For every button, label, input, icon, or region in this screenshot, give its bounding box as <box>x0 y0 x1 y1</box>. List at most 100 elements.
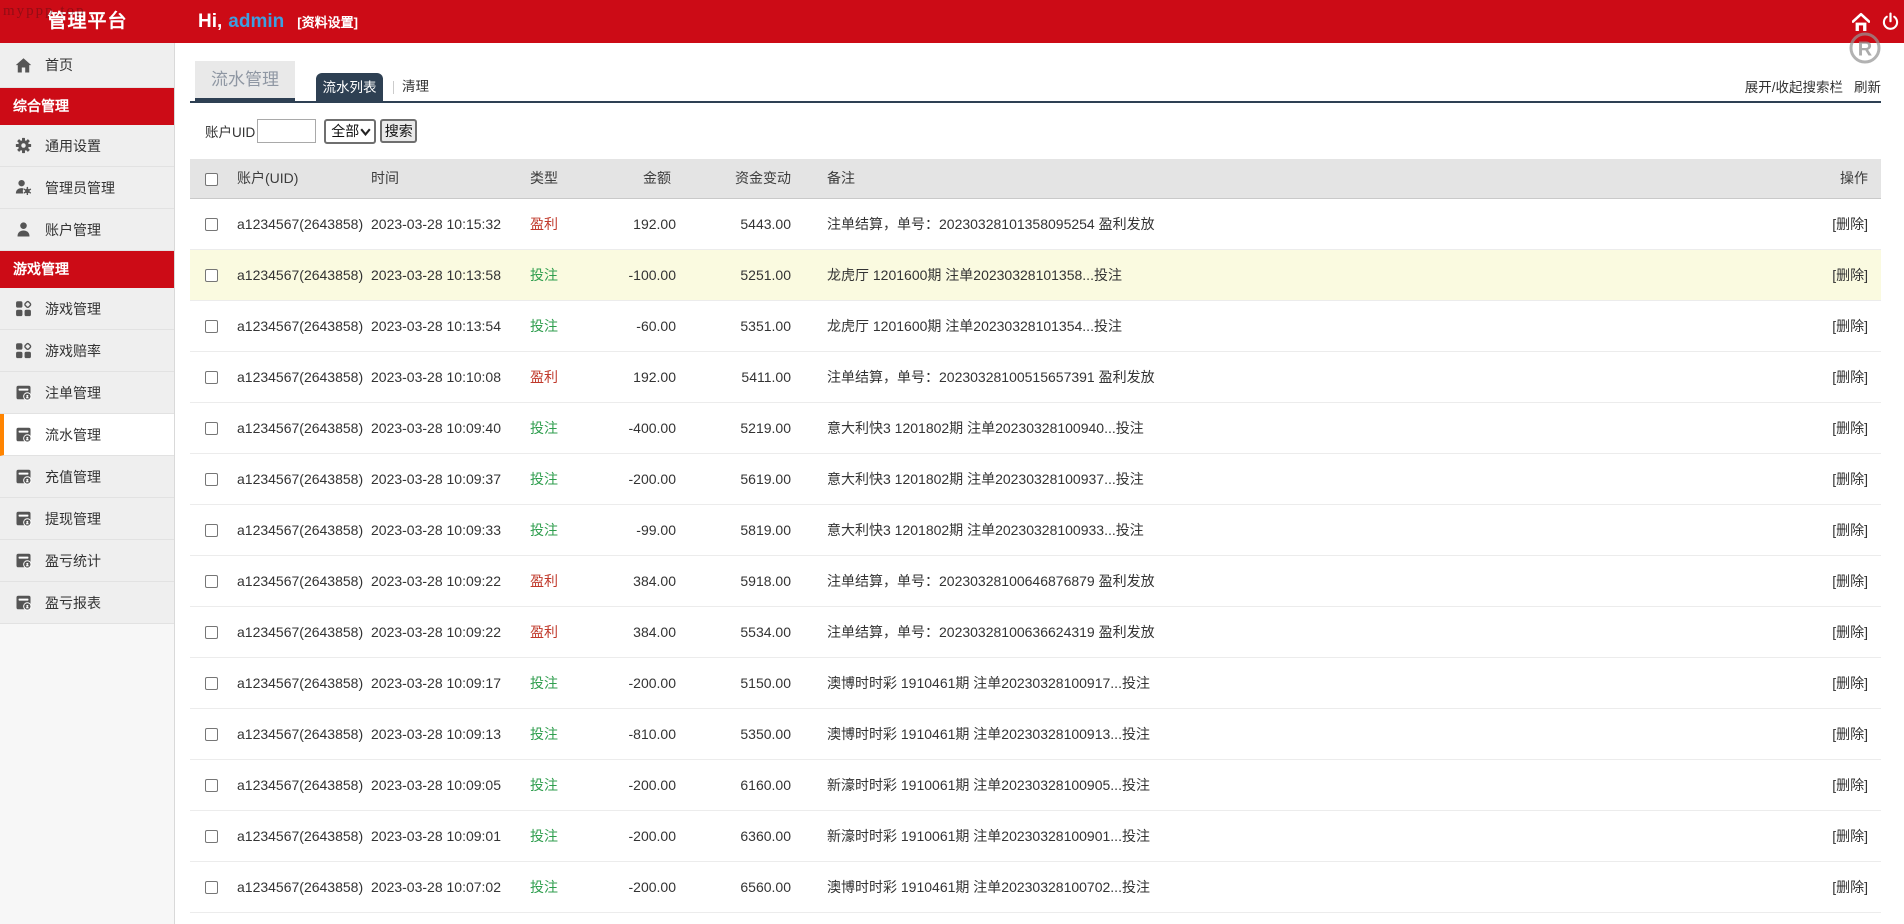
sidebar-item-flow-manage[interactable]: 流水管理 <box>0 414 174 456</box>
cell-balance: 5251.00 <box>676 249 791 301</box>
cell-balance: 5619.00 <box>676 453 791 505</box>
delete-link[interactable]: [删除] <box>1832 573 1868 589</box>
sidebar-item-game-odds[interactable]: 游戏赔率 <box>0 330 174 372</box>
main-content: 展开/收起搜索栏 刷新 流水管理 流水列表 清理 账户UID 全部 搜索 账户(… <box>175 43 1904 924</box>
cell-time: 2023-03-28 10:09:22 <box>371 606 530 658</box>
gear-icon <box>15 137 32 154</box>
cell-remark: 新濠时时彩 1910061期 注单20230328100901...投注 <box>791 810 1721 862</box>
sidebar-item-admin-manage[interactable]: 管理员管理 <box>0 167 174 209</box>
type-filter-select[interactable]: 全部 <box>324 118 377 144</box>
cell-balance: 6560.00 <box>676 861 791 913</box>
delete-link[interactable]: [删除] <box>1832 675 1868 691</box>
sidebar-item-label: 管理员管理 <box>45 179 115 196</box>
row-checkbox[interactable] <box>205 218 218 232</box>
row-checkbox[interactable] <box>205 626 218 640</box>
tab-flow-list[interactable]: 流水列表 <box>316 73 383 103</box>
delete-link[interactable]: [删除] <box>1832 879 1868 895</box>
sidebar-item-account-manage[interactable]: 账户管理 <box>0 209 174 251</box>
row-checkbox[interactable] <box>205 524 218 538</box>
row-checkbox[interactable] <box>205 575 218 589</box>
home-icon[interactable] <box>1852 12 1870 32</box>
tab-clean[interactable]: 清理 <box>402 73 429 103</box>
sidebar-item-label: 游戏管理 <box>45 300 101 317</box>
greeting-prefix: Hi, <box>198 10 223 32</box>
sidebar-item-general-settings[interactable]: 通用设置 <box>0 125 174 167</box>
col-remark: 备注 <box>791 159 1721 199</box>
row-checkbox[interactable] <box>205 422 218 436</box>
row-checkbox[interactable] <box>205 881 218 895</box>
sidebar-item-profit-report[interactable]: 盈亏报表 <box>0 582 174 624</box>
col-time: 时间 <box>371 159 530 199</box>
row-checkbox[interactable] <box>205 677 218 691</box>
row-checkbox[interactable] <box>205 830 218 844</box>
sidebar-item-recharge-manage[interactable]: 充值管理 <box>0 456 174 498</box>
table-row: a1234567(2643858) 2023-03-28 10:09:17 投注… <box>190 657 1881 709</box>
table-row: a1234567(2643858) 2023-03-28 10:13:54 投注… <box>190 300 1881 352</box>
row-checkbox[interactable] <box>205 779 218 793</box>
select-all-checkbox[interactable] <box>205 173 218 187</box>
delete-link[interactable]: [删除] <box>1832 369 1868 385</box>
cell-time: 2023-03-28 10:09:40 <box>371 402 530 454</box>
sidebar-item-label: 盈亏统计 <box>45 552 101 569</box>
cell-balance: 5443.00 <box>676 198 791 250</box>
sidebar-item-label: 盈亏报表 <box>45 594 101 611</box>
sidebar-item-game-manage[interactable]: 游戏管理 <box>0 288 174 330</box>
row-checkbox[interactable] <box>205 473 218 487</box>
sidebar-item-bet-manage[interactable]: 注单管理 <box>0 372 174 414</box>
cell-time: 2023-03-28 10:09:13 <box>371 708 530 760</box>
admin-icon <box>15 179 32 196</box>
table-row: a1234567(2643858) 2023-03-28 10:15:32 盈利… <box>190 198 1881 250</box>
table-row: a1234567(2643858) 2023-03-28 10:09:22 盈利… <box>190 606 1881 658</box>
flow-table: 账户(UID) 时间 类型 金额 资金变动 备注 操作 a1234567(264… <box>190 159 1881 913</box>
row-checkbox[interactable] <box>205 269 218 283</box>
table-row: a1234567(2643858) 2023-03-28 10:07:02 投注… <box>190 861 1881 913</box>
delete-link[interactable]: [删除] <box>1832 726 1868 742</box>
row-checkbox[interactable] <box>205 371 218 385</box>
delete-link[interactable]: [删除] <box>1832 828 1868 844</box>
cell-account: a1234567(2643858) <box>237 249 371 301</box>
search-button[interactable]: 搜索 <box>380 119 418 143</box>
username[interactable]: admin <box>228 11 284 33</box>
table-row: a1234567(2643858) 2023-03-28 10:09:37 投注… <box>190 453 1881 505</box>
cell-amount: 192.00 <box>600 351 676 403</box>
cell-amount: 192.00 <box>600 198 676 250</box>
cell-account: a1234567(2643858) <box>237 453 371 505</box>
cell-time: 2023-03-28 10:09:17 <box>371 657 530 709</box>
cell-time: 2023-03-28 10:09:01 <box>371 810 530 862</box>
greeting: Hi, admin [资料设置] <box>198 0 358 43</box>
sidebar-item-withdraw-manage[interactable]: 提现管理 <box>0 498 174 540</box>
cell-amount: -99.00 <box>600 504 676 556</box>
delete-link[interactable]: [删除] <box>1832 216 1868 232</box>
sidebar-category-general: 综合管理 <box>0 88 174 125</box>
uid-input[interactable] <box>257 119 317 143</box>
cell-type: 投注 <box>530 300 600 352</box>
delete-link[interactable]: [删除] <box>1832 777 1868 793</box>
delete-link[interactable]: [删除] <box>1832 624 1868 640</box>
cell-account: a1234567(2643858) <box>237 606 371 658</box>
card-icon <box>15 594 32 611</box>
sidebar-item-label: 首页 <box>45 57 73 73</box>
cell-amount: 384.00 <box>600 555 676 607</box>
sidebar: 首页 综合管理 通用设置 管理员管理 账户管理 游戏管理 游戏管理 游戏赔率 注… <box>0 43 175 924</box>
delete-link[interactable]: [删除] <box>1832 318 1868 334</box>
sidebar-item-profit-stats[interactable]: 盈亏统计 <box>0 540 174 582</box>
power-icon[interactable] <box>1881 12 1899 32</box>
cell-account: a1234567(2643858) <box>237 555 371 607</box>
cell-time: 2023-03-28 10:13:54 <box>371 300 530 352</box>
cell-time: 2023-03-28 10:09:33 <box>371 504 530 556</box>
delete-link[interactable]: [删除] <box>1832 471 1868 487</box>
table-row: a1234567(2643858) 2023-03-28 10:09:40 投注… <box>190 402 1881 454</box>
cell-balance: 5411.00 <box>676 351 791 403</box>
sidebar-item-home[interactable]: 首页 <box>0 43 174 88</box>
row-checkbox[interactable] <box>205 728 218 742</box>
row-checkbox[interactable] <box>205 320 218 334</box>
cell-remark: 澳博时时彩 1910461期 注单20230328100917...投注 <box>791 657 1721 709</box>
delete-link[interactable]: [删除] <box>1832 420 1868 436</box>
sidebar-item-label: 游戏赔率 <box>45 342 101 359</box>
profile-settings-link[interactable]: [资料设置] <box>297 12 358 31</box>
delete-link[interactable]: [删除] <box>1832 522 1868 538</box>
cell-time: 2023-03-28 10:09:37 <box>371 453 530 505</box>
cell-balance: 5918.00 <box>676 555 791 607</box>
cell-type: 盈利 <box>530 555 600 607</box>
delete-link[interactable]: [删除] <box>1832 267 1868 283</box>
